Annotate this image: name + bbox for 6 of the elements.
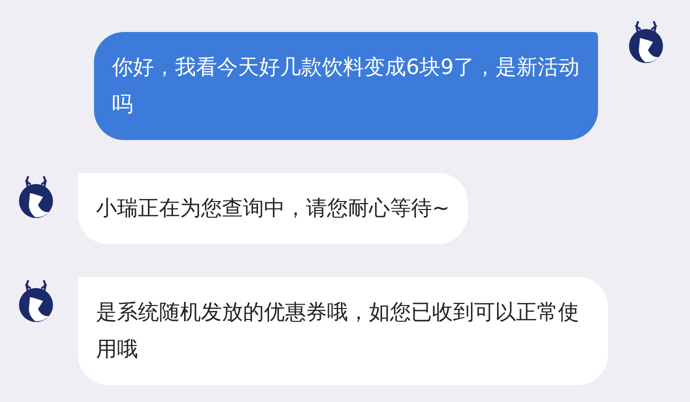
received-message: 是系统随机发放的优惠券哦，如您已收到可以正常使用哦 xyxy=(78,277,608,385)
deer-avatar-icon xyxy=(626,20,666,64)
deer-avatar-icon xyxy=(16,175,56,219)
sent-message: 你好，我看今天好几款饮料变成6块9了，是新活动吗 xyxy=(94,32,598,140)
received-message: 小瑞正在为您查询中，请您耐心等待~ xyxy=(78,173,468,244)
deer-avatar-icon xyxy=(16,279,56,323)
